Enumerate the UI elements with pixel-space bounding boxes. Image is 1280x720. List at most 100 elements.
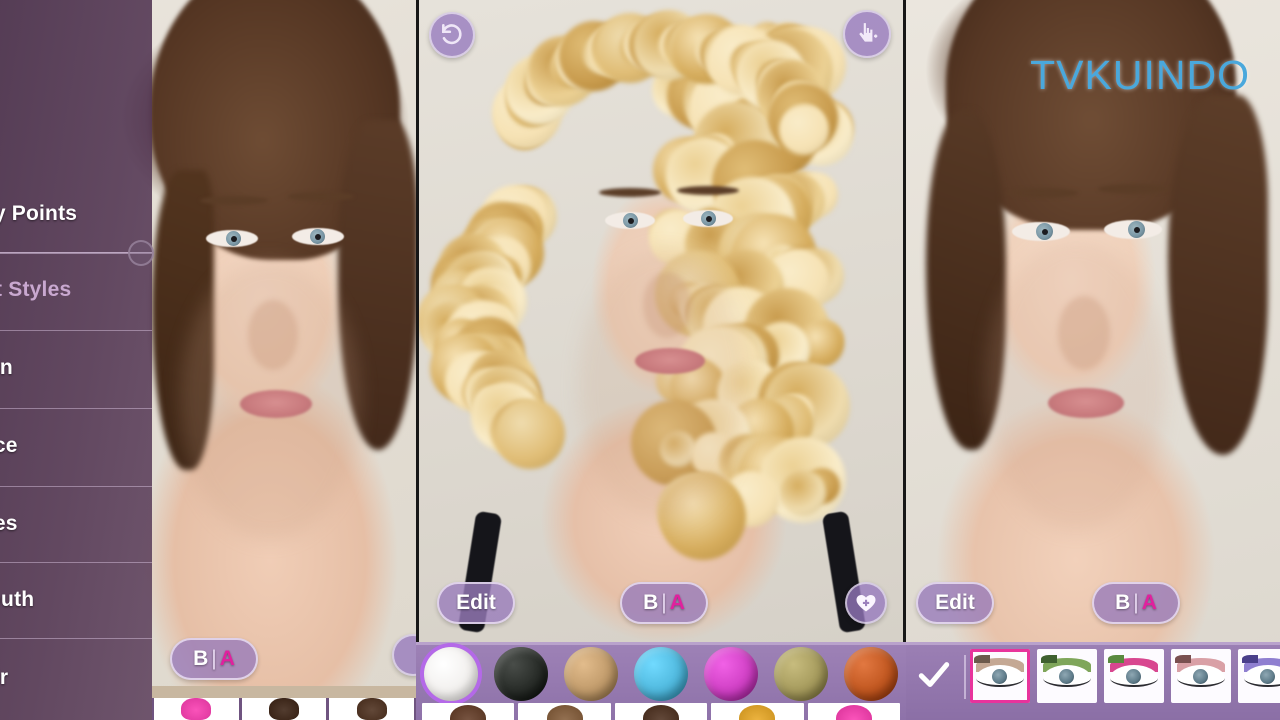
hair-curl bbox=[779, 469, 826, 516]
sidebar-item-skin[interactable]: kin bbox=[0, 346, 152, 390]
ba-a-label: A bbox=[219, 647, 235, 670]
hairstyle-editor-panel: Edit B | A bbox=[416, 0, 906, 720]
toolbar-divider bbox=[964, 655, 966, 699]
lips bbox=[1048, 388, 1124, 418]
color-swatch-magenta-pink[interactable] bbox=[704, 647, 758, 701]
hair-curl bbox=[779, 105, 829, 155]
ba-b-label: B bbox=[643, 591, 659, 614]
eye-iris bbox=[1126, 669, 1141, 684]
color-swatch-olive-khaki[interactable] bbox=[774, 647, 828, 701]
ba-b-label: B bbox=[1115, 591, 1131, 614]
hairstyle-thumb-style-4[interactable] bbox=[711, 703, 804, 720]
menu-separator bbox=[0, 486, 152, 487]
left-thumbnail-strip[interactable] bbox=[152, 698, 416, 720]
makeup-editor-panel: Edit B | A bbox=[906, 0, 1280, 720]
hairstyle-thumb-style-3[interactable] bbox=[614, 703, 708, 720]
eye-lash bbox=[974, 655, 990, 663]
color-swatch-cyan-blue[interactable] bbox=[634, 647, 688, 701]
hairstyle-thumb-image bbox=[643, 705, 680, 720]
check-icon[interactable] bbox=[906, 645, 962, 705]
color-swatch-natural-white[interactable] bbox=[424, 647, 478, 701]
menu-separator bbox=[0, 330, 152, 331]
eyebrow-right bbox=[288, 192, 354, 201]
ba-a-label: A bbox=[1141, 591, 1157, 614]
sidebar-item-eyes[interactable]: yes bbox=[0, 502, 152, 546]
lips bbox=[635, 348, 705, 374]
ba-a-label: A bbox=[669, 591, 685, 614]
hairstyle-thumb-image bbox=[835, 705, 872, 720]
hair-color-toolbar bbox=[416, 642, 906, 720]
hair-mass bbox=[1168, 95, 1268, 455]
eyebrow-right bbox=[677, 186, 739, 195]
nose bbox=[643, 272, 691, 338]
hairstyle-thumb-style-1[interactable] bbox=[422, 703, 515, 720]
key-points-slider-handle[interactable] bbox=[128, 240, 154, 266]
pupil-left bbox=[1042, 229, 1048, 235]
hairstyle-thumb-style-2[interactable] bbox=[518, 703, 611, 720]
before-after-toggle-right[interactable]: B | A bbox=[1092, 582, 1180, 624]
edit-button-middle[interactable]: Edit bbox=[437, 582, 515, 624]
pupil-left bbox=[231, 236, 237, 242]
color-swatch-tan-blonde[interactable] bbox=[564, 647, 618, 701]
sidebar-item-mouth[interactable]: louth bbox=[0, 578, 152, 622]
app-root: B|A ey Pointsot Styleskinaceyeslouthair bbox=[0, 0, 1280, 720]
eye-iris bbox=[1193, 669, 1208, 684]
eye-lash bbox=[1175, 655, 1191, 663]
menu-separator bbox=[0, 408, 152, 409]
ba-sep: | bbox=[211, 647, 217, 670]
pupil-right bbox=[315, 234, 321, 240]
lips bbox=[240, 390, 312, 418]
hair-color-palette[interactable] bbox=[416, 645, 906, 703]
hairstyle-thumb-image bbox=[450, 705, 487, 720]
sidebar-item-hot-styles[interactable]: ot Styles bbox=[0, 268, 152, 312]
eye-lash bbox=[1242, 655, 1258, 663]
left-strip-thumb-thumb-pink[interactable] bbox=[154, 698, 239, 720]
sidebar-item-label: kin bbox=[0, 356, 13, 379]
eyebrow-left bbox=[200, 196, 268, 205]
eye-iris bbox=[1260, 669, 1275, 684]
sidebar-item-hair[interactable]: air bbox=[0, 656, 152, 700]
hair-curl bbox=[494, 398, 565, 469]
eye-look-rose[interactable] bbox=[1171, 649, 1231, 703]
color-swatch-orange-rust[interactable] bbox=[844, 647, 898, 701]
left-strip-thumb-thumb-dark-1[interactable] bbox=[241, 698, 327, 720]
eye-makeup-toolbar bbox=[906, 642, 1280, 720]
eye-look-pink-green[interactable] bbox=[1104, 649, 1164, 703]
pupil-left bbox=[628, 218, 634, 224]
editor-category-menu[interactable]: ey Points ot Styles kin ace yes louth air bbox=[0, 0, 152, 720]
undo-rotate-left-icon[interactable] bbox=[429, 12, 475, 58]
menu-separator bbox=[0, 638, 152, 639]
face-shadow bbox=[986, 240, 1166, 530]
left-strip-thumb-thumb-dark-2[interactable] bbox=[329, 698, 415, 720]
heart-plus-icon[interactable] bbox=[845, 582, 887, 624]
sidebar-item-label: ace bbox=[0, 434, 18, 457]
eye-look-green[interactable] bbox=[1037, 649, 1097, 703]
eye-look-violet[interactable] bbox=[1238, 649, 1280, 703]
ba-b-label: B bbox=[193, 647, 209, 670]
left-panel-divider bbox=[152, 686, 416, 698]
eyebrow-right bbox=[1098, 184, 1170, 194]
hairstyle-thumbnail-strip[interactable] bbox=[416, 703, 906, 720]
eyebrow-left bbox=[599, 188, 661, 197]
color-swatch-black[interactable] bbox=[494, 647, 548, 701]
sidebar-item-label: ot Styles bbox=[0, 278, 72, 301]
sidebar-item-label: yes bbox=[0, 512, 18, 535]
hand-move-cursor-icon[interactable] bbox=[843, 10, 891, 58]
sidebar-item-label: ey Points bbox=[0, 202, 78, 225]
sidebar-item-face[interactable]: ace bbox=[0, 424, 152, 468]
edit-button-right[interactable]: Edit bbox=[916, 582, 994, 624]
nose bbox=[248, 300, 298, 370]
hairstyle-thumb-image bbox=[739, 705, 776, 720]
eye-lash bbox=[1041, 655, 1057, 663]
nose bbox=[1058, 296, 1110, 370]
left-strip-thumb-image bbox=[356, 698, 387, 720]
before-after-toggle-left[interactable]: B | A bbox=[170, 638, 258, 680]
hairstyle-thumb-image bbox=[546, 705, 583, 720]
sidebar-item-key-points[interactable]: ey Points bbox=[0, 192, 152, 236]
eye-look-natural[interactable] bbox=[970, 649, 1030, 703]
eye-lash bbox=[1108, 655, 1124, 663]
menu-separator bbox=[0, 562, 152, 563]
hairstyle-thumb-style-5[interactable] bbox=[807, 703, 901, 720]
eye-makeup-thumbnail-strip[interactable] bbox=[970, 649, 1280, 705]
before-after-toggle-middle[interactable]: B | A bbox=[620, 582, 708, 624]
